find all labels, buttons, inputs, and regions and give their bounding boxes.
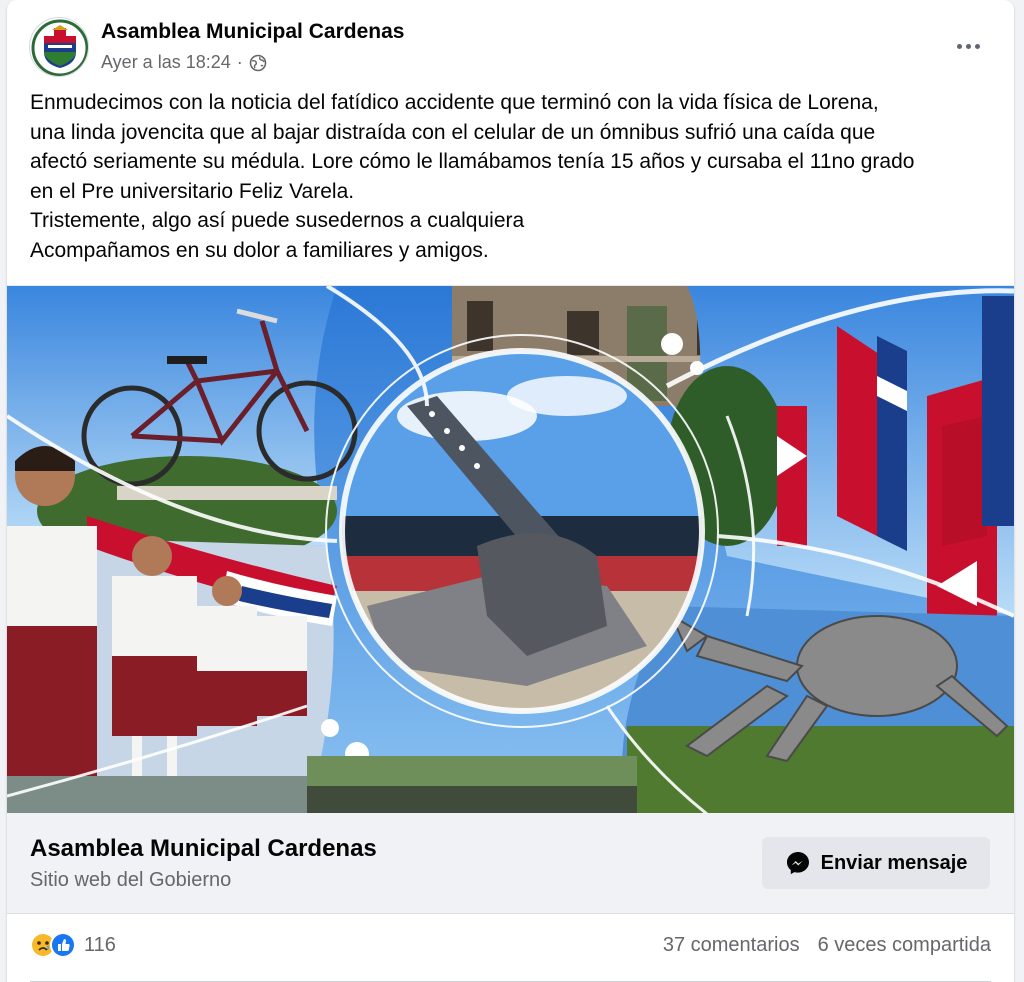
preview-subtitle: Sitio web del Gobierno bbox=[30, 869, 232, 891]
post-text-line: Enmudecimos con la noticia del fatídico … bbox=[30, 91, 879, 114]
meta-separator: · bbox=[236, 52, 243, 72]
send-message-button[interactable]: Enviar mensaje bbox=[762, 837, 990, 889]
post-footer: 116 37 comentarios 6 veces compartida bbox=[7, 914, 1014, 982]
preview-title[interactable]: Asamblea Municipal Cardenas bbox=[30, 835, 377, 863]
post-meta: Ayer a las 18:24 · bbox=[101, 52, 267, 73]
page-preview[interactable]: Asamblea Municipal Cardenas Sitio web de… bbox=[7, 813, 1014, 914]
more-horizontal-icon bbox=[956, 43, 962, 49]
post-text-line: Acompañamos en su dolor a familiares y a… bbox=[30, 238, 489, 262]
globe-icon[interactable] bbox=[249, 54, 267, 72]
post-message: Enmudecimos con la noticia del fatídico … bbox=[30, 88, 1000, 266]
like-reaction-icon bbox=[50, 932, 76, 958]
send-message-label: Enviar mensaje bbox=[820, 851, 968, 874]
timestamp-link[interactable]: Ayer a las 18:24 bbox=[101, 52, 231, 73]
page-avatar[interactable] bbox=[29, 17, 89, 77]
coat-of-arms-icon bbox=[31, 19, 88, 76]
post-image[interactable] bbox=[7, 285, 1014, 813]
city-collage-image bbox=[7, 286, 1014, 813]
post-text-line: una linda jovencita que al bajar distraí… bbox=[30, 120, 876, 144]
reactions-summary[interactable]: 116 bbox=[30, 932, 116, 958]
post-header: Asamblea Municipal Cardenas Ayer a las 1… bbox=[7, 0, 1014, 80]
more-options-button[interactable] bbox=[950, 28, 986, 64]
engagement-stats: 37 comentarios 6 veces compartida bbox=[663, 934, 991, 957]
post-text-line: Tristemente, algo así puede susedernos a… bbox=[30, 209, 525, 233]
shares-count-link[interactable]: 6 veces compartida bbox=[818, 934, 991, 956]
post-card: Asamblea Municipal Cardenas Ayer a las 1… bbox=[7, 0, 1014, 982]
reaction-count: 116 bbox=[84, 933, 116, 956]
post-text-line: en el Pre universitario Feliz Varela. bbox=[30, 179, 355, 203]
messenger-icon bbox=[785, 850, 811, 876]
post-text-line: afectó seriamente su médula. Lore cómo l… bbox=[30, 150, 915, 174]
comments-count-link[interactable]: 37 comentarios bbox=[663, 934, 800, 956]
page-name-link[interactable]: Asamblea Municipal Cardenas bbox=[101, 20, 404, 44]
